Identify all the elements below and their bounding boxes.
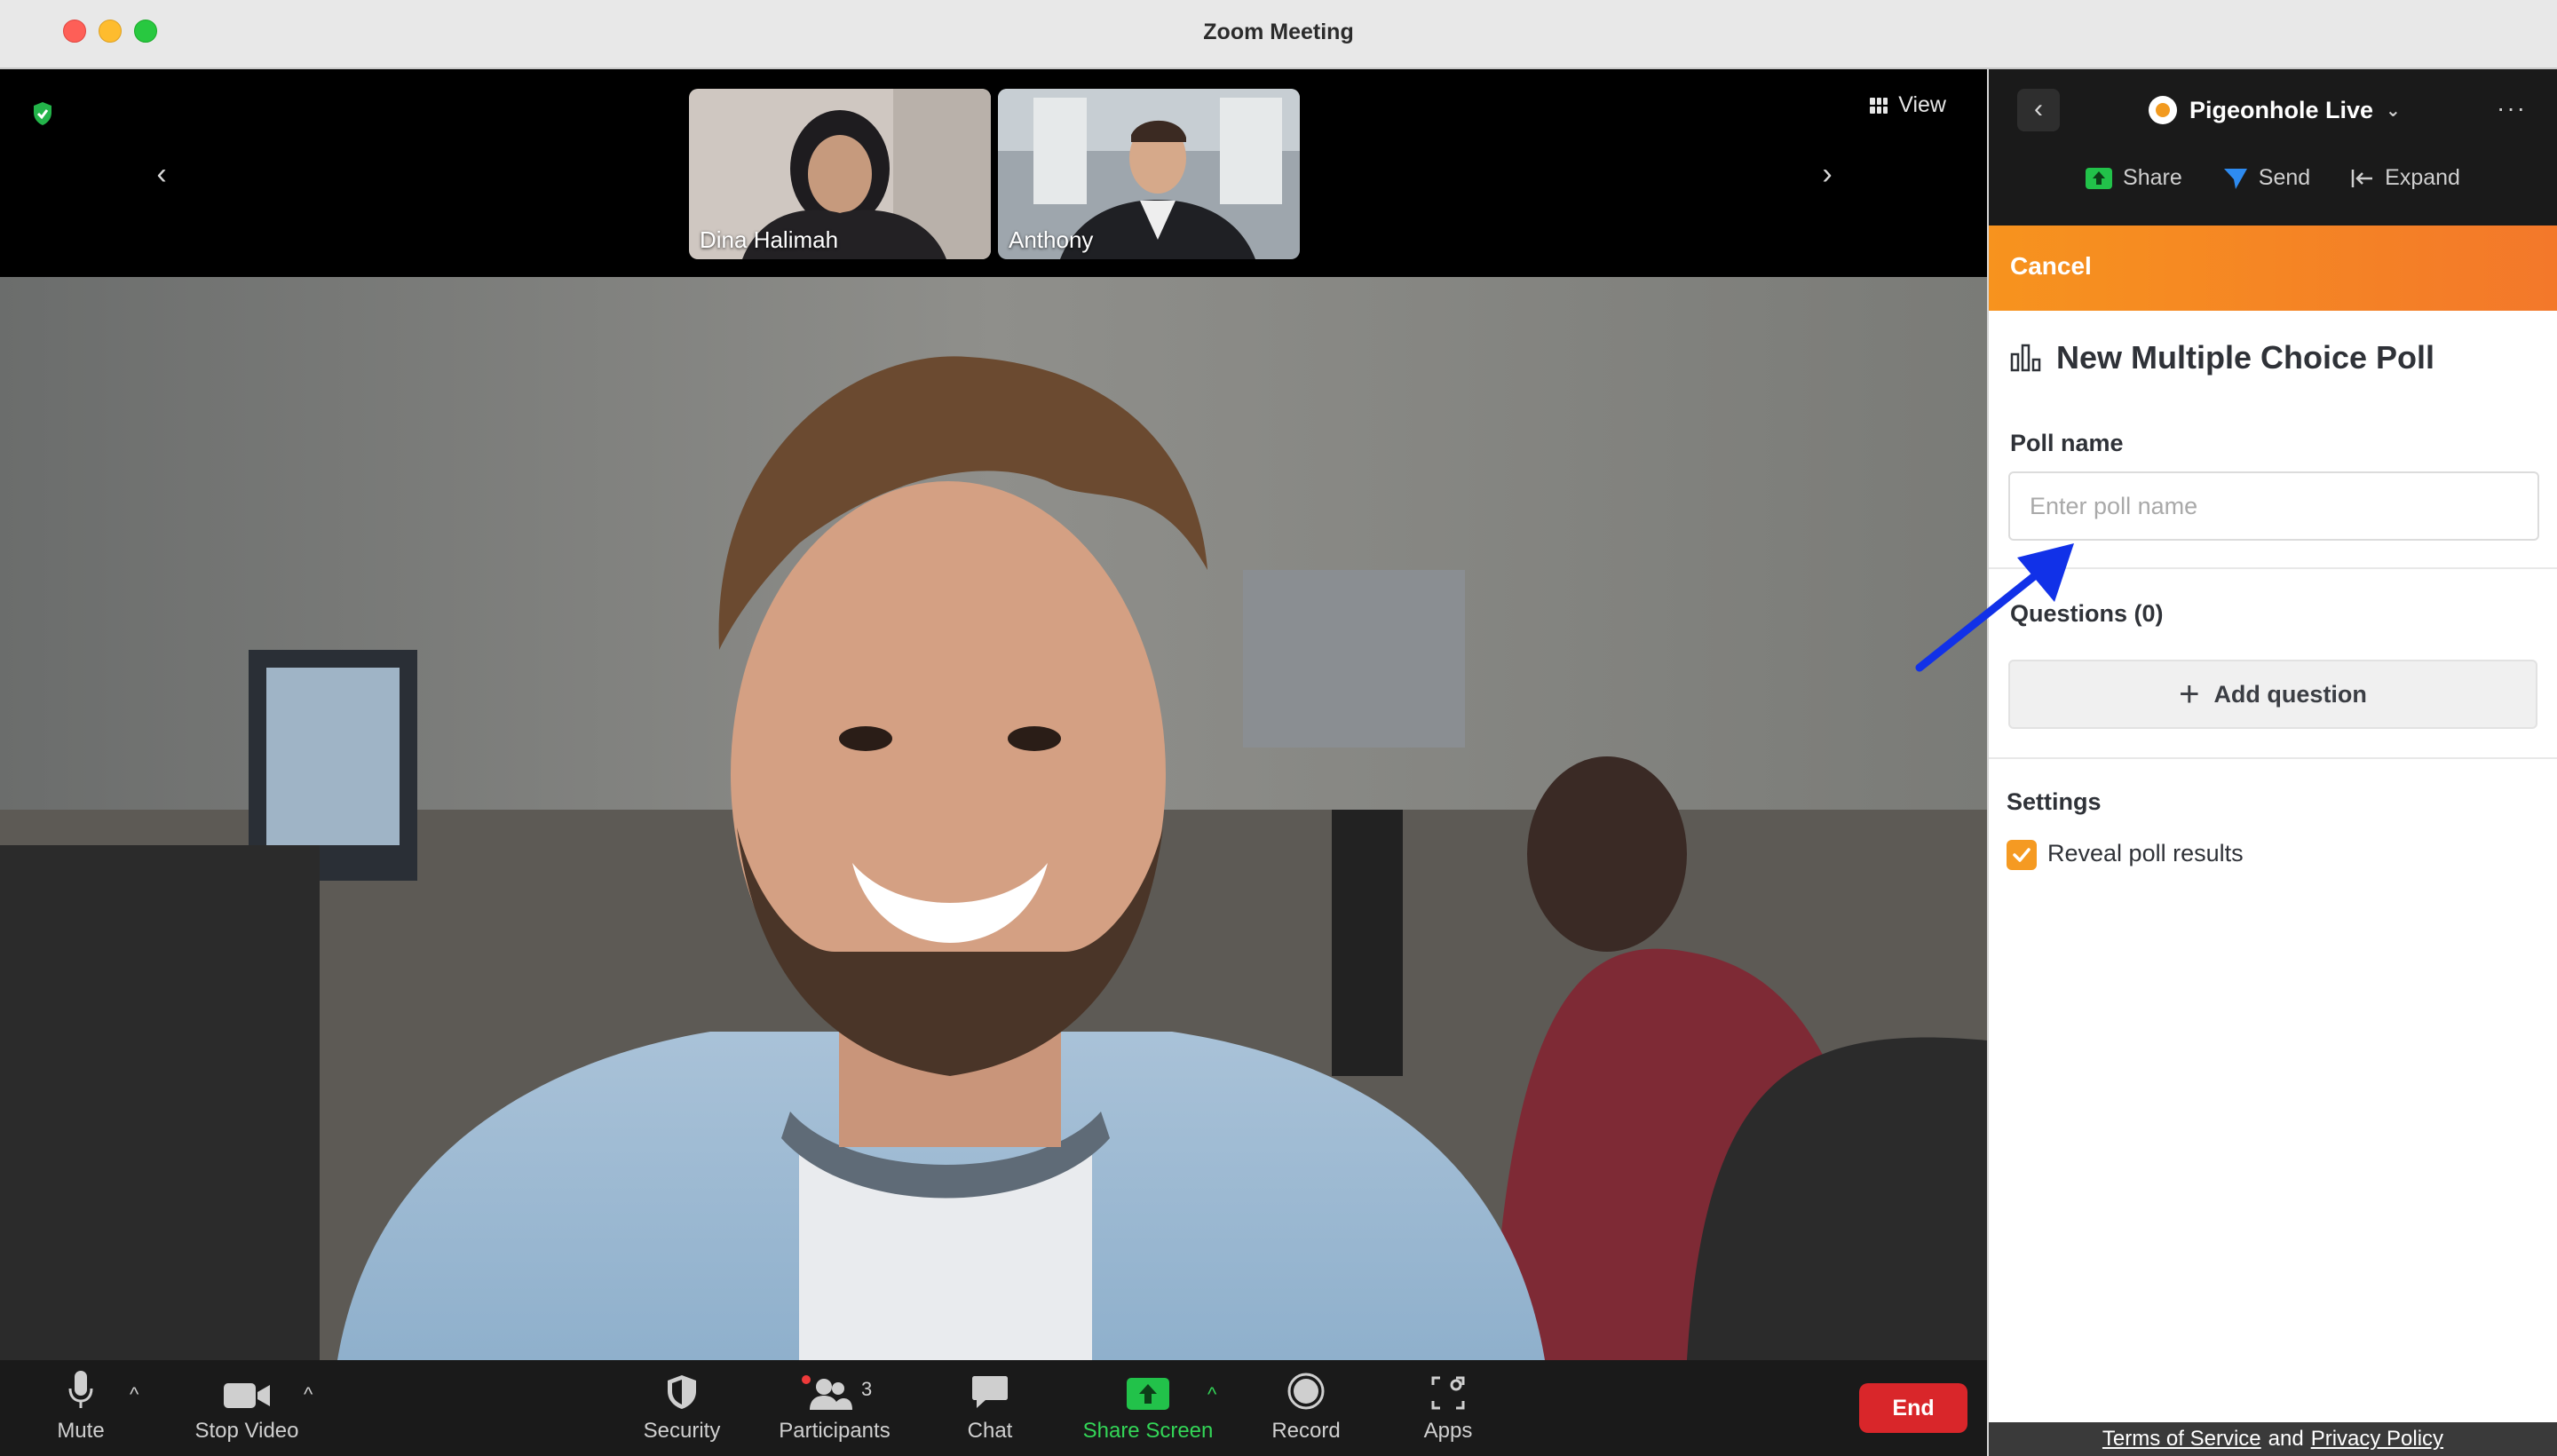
share-screen-icon <box>1127 1378 1169 1410</box>
send-icon <box>2223 168 2247 189</box>
send-app-button[interactable]: Send <box>2223 165 2310 191</box>
add-question-label: Add question <box>2213 680 2367 708</box>
poll-heading: New Multiple Choice Poll <box>2010 339 2434 376</box>
meeting-toolbar: Mute ^ Stop Video ^ Security 3 Participa… <box>0 1360 1987 1456</box>
participant-thumbnail[interactable]: Dina Halimah <box>689 89 991 259</box>
chat-bubble-icon <box>972 1376 1008 1408</box>
back-button[interactable]: ‹ <box>2017 89 2060 131</box>
participant-thumbnail[interactable]: Anthony <box>998 89 1300 259</box>
panel-footer: Terms of Service and Privacy Policy <box>1989 1422 2557 1456</box>
share-icon <box>2086 167 2113 189</box>
chevron-left-icon: ‹ <box>2034 94 2043 123</box>
grid-icon <box>1870 97 1888 114</box>
title-bar: Zoom Meeting <box>0 0 2557 69</box>
view-label: View <box>1898 92 1946 117</box>
expand-icon <box>2351 169 2373 187</box>
app-switcher[interactable]: Pigeonhole Live ⌄ <box>2149 96 2401 124</box>
stop-video-label: Stop Video <box>194 1419 299 1443</box>
poll-name-input[interactable] <box>2008 471 2539 541</box>
participant-name: Anthony <box>1009 226 1094 253</box>
privacy-link[interactable]: Privacy Policy <box>2311 1427 2443 1452</box>
mute-button[interactable]: Mute <box>44 1360 117 1456</box>
divider <box>1989 757 2557 759</box>
active-speaker-video <box>0 277 1987 1360</box>
cancel-bar: Cancel <box>1989 226 2557 311</box>
cancel-button[interactable]: Cancel <box>2010 252 2092 281</box>
apps-icon <box>1431 1376 1465 1410</box>
view-button[interactable]: View <box>1870 92 1946 118</box>
settings-label: Settings <box>2007 788 2102 815</box>
panel-actions: Share Send Expand <box>1989 165 2557 191</box>
reveal-results-checkbox[interactable] <box>2007 840 2037 870</box>
terms-link[interactable]: Terms of Service <box>2102 1427 2261 1452</box>
record-icon <box>1287 1373 1325 1410</box>
video-camera-icon <box>224 1383 270 1408</box>
video-stage: ‹ › Dina Halimah Anthony View <box>0 69 1987 1360</box>
share-options-caret-icon[interactable]: ^ <box>1207 1383 1216 1406</box>
app-side-panel: ‹ Pigeonhole Live ⌄ ··· Share Send Expan… <box>1987 69 2557 1456</box>
footer-and: and <box>2268 1427 2304 1451</box>
expand-app-button[interactable]: Expand <box>2351 165 2460 191</box>
gallery-strip: ‹ › Dina Halimah Anthony View <box>0 69 1987 277</box>
plus-icon: + <box>2179 675 2200 714</box>
participants-count: 3 <box>861 1378 873 1400</box>
app-name: Pigeonhole Live <box>2189 96 2374 123</box>
participants-button[interactable]: 3 Participants <box>776 1360 893 1456</box>
share-label: Share <box>2123 165 2182 190</box>
microphone-icon <box>68 1371 93 1408</box>
window-title: Zoom Meeting <box>1203 20 1354 44</box>
poll-bar-chart-icon <box>2010 344 2041 372</box>
chat-button[interactable]: Chat <box>952 1360 1028 1456</box>
speaker-video-frame <box>0 277 1987 1360</box>
gallery-prev-button[interactable]: ‹ <box>144 156 179 192</box>
apps-button[interactable]: Apps <box>1417 1360 1479 1456</box>
mute-label: Mute <box>57 1419 105 1443</box>
share-screen-label: Share Screen <box>1082 1419 1214 1443</box>
gallery-next-button[interactable]: › <box>1809 156 1845 192</box>
chat-label: Chat <box>967 1419 1013 1443</box>
poll-title: New Multiple Choice Poll <box>2056 339 2435 376</box>
panel-header: ‹ Pigeonhole Live ⌄ ··· Share Send Expan… <box>1989 69 2557 226</box>
stop-video-button[interactable]: Stop Video <box>194 1360 300 1456</box>
security-button[interactable]: Security <box>639 1360 724 1456</box>
poll-name-label: Poll name <box>2010 430 2124 456</box>
video-options-caret-icon[interactable]: ^ <box>304 1383 313 1406</box>
share-screen-button[interactable]: Share Screen <box>1081 1360 1215 1456</box>
participants-label: Participants <box>779 1419 891 1443</box>
add-question-button[interactable]: + Add question <box>2008 660 2537 729</box>
apps-label: Apps <box>1423 1419 1473 1443</box>
participants-icon <box>802 1375 852 1410</box>
checkmark-icon <box>2013 848 2031 862</box>
end-meeting-button[interactable]: End <box>1859 1383 1967 1433</box>
participant-name: Dina Halimah <box>700 226 839 253</box>
shield-icon <box>668 1375 696 1409</box>
security-label: Security <box>643 1419 721 1443</box>
questions-label: Questions (0) <box>2010 600 2164 627</box>
reveal-results-label: Reveal poll results <box>2047 840 2244 866</box>
chevron-down-icon: ⌄ <box>2386 100 2401 121</box>
send-label: Send <box>2258 165 2311 190</box>
encryption-shield-icon[interactable] <box>32 101 53 126</box>
expand-label: Expand <box>2385 165 2460 190</box>
record-button[interactable]: Record <box>1264 1360 1348 1456</box>
audio-options-caret-icon[interactable]: ^ <box>130 1383 139 1406</box>
share-app-button[interactable]: Share <box>2086 165 2182 191</box>
more-options-icon[interactable]: ··· <box>2497 94 2527 123</box>
divider <box>1989 567 2557 569</box>
record-label: Record <box>1271 1419 1341 1443</box>
pigeonhole-logo-icon <box>2149 96 2177 124</box>
